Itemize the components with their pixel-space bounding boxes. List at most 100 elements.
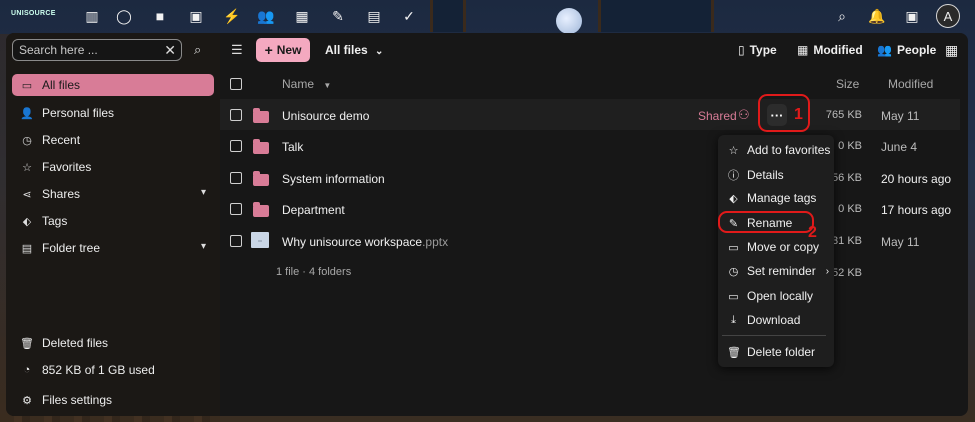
- files-summary: 1 file · 4 folders: [276, 266, 352, 278]
- photos-icon[interactable]: ▣: [186, 6, 206, 26]
- type-filter-button[interactable]: ▯ Type: [738, 43, 777, 57]
- modified-filter-button[interactable]: ▦ Modified: [797, 43, 863, 57]
- folder-icon: [253, 171, 269, 186]
- search-icon[interactable]: ⌕: [194, 42, 201, 58]
- star-icon: ☆: [728, 144, 739, 157]
- share-user-icon[interactable]: ⚇: [738, 107, 750, 123]
- menu-item-label: Add to favorites: [747, 143, 831, 157]
- search-field[interactable]: ✕: [12, 39, 182, 61]
- sort-down-icon: ▼: [323, 81, 332, 90]
- top-header: UNISOURCE ▥ ◯ ■ ▣ ⚡ 👥 ▦ ✎ ▤ ✓ ⌕ 🔔 ▣ A: [0, 0, 975, 32]
- sidebar-item-label: All files: [42, 78, 81, 92]
- row-checkbox[interactable]: [230, 235, 242, 247]
- row-checkbox[interactable]: [230, 203, 242, 215]
- sidebar-item-label: Favorites: [42, 160, 92, 174]
- row-checkbox[interactable]: [230, 140, 242, 152]
- menu-item-delete-folder[interactable]: 🗑 Delete folder: [727, 345, 815, 359]
- folder-icon[interactable]: ■: [150, 6, 170, 26]
- grid-view-icon[interactable]: ▦: [945, 42, 958, 59]
- sidebar-item-folder-tree[interactable]: ▤ Folder tree ▾: [12, 237, 214, 259]
- contacts-menu-icon[interactable]: ▣: [902, 6, 922, 26]
- column-name-label: Name: [282, 77, 315, 91]
- page-title: All files: [325, 43, 368, 57]
- pie-chart-icon: ◔: [23, 364, 31, 376]
- select-all-checkbox[interactable]: [230, 78, 242, 90]
- deck-icon[interactable]: ▤: [364, 6, 384, 26]
- share-icon: ⋖: [22, 188, 32, 201]
- chevron-down-icon: ⌄: [375, 46, 384, 57]
- column-header-modified[interactable]: Modified: [888, 77, 933, 91]
- menu-item-label: Delete folder: [747, 345, 816, 359]
- tag-icon: ⬖: [729, 192, 738, 205]
- dashboard-icon[interactable]: ▥: [82, 6, 102, 26]
- new-button[interactable]: + New: [256, 38, 310, 62]
- sidebar-item-label: Recent: [42, 133, 81, 147]
- chevron-right-icon: ›: [825, 265, 830, 277]
- menu-divider: [722, 335, 826, 336]
- row-checkbox[interactable]: [230, 172, 242, 184]
- activity-icon[interactable]: ⚡: [222, 6, 242, 26]
- sidebar-item-shares[interactable]: ⋖ Shares ▾: [12, 183, 214, 205]
- menu-item-open-locally[interactable]: ▭ Open locally: [727, 289, 813, 303]
- file-name[interactable]: Talk: [282, 140, 303, 154]
- file-thumbnail: ▭: [251, 232, 269, 248]
- sidebar-item-label: Personal files: [42, 106, 115, 120]
- files-settings[interactable]: ⚙ Files settings: [12, 390, 212, 410]
- menu-item-manage-tags[interactable]: ⬖ Manage tags: [727, 191, 816, 205]
- annotation-step-1: 1: [794, 106, 803, 123]
- sidebar-item-personal-files[interactable]: 👤 Personal files: [12, 102, 214, 124]
- file-name[interactable]: Department: [282, 203, 345, 217]
- sidebar-item-all-files[interactable]: ▭ All files: [12, 74, 214, 96]
- shared-label[interactable]: Shared: [698, 109, 737, 123]
- menu-item-move-or-copy[interactable]: ▭ Move or copy: [727, 240, 819, 254]
- tasks-icon[interactable]: ✓: [399, 6, 419, 26]
- column-header-size[interactable]: Size: [836, 77, 859, 91]
- deleted-files[interactable]: 🗑 Deleted files: [12, 333, 212, 353]
- folder-move-icon: ▭: [728, 241, 739, 254]
- clear-icon[interactable]: ✕: [164, 42, 176, 59]
- chevron-down-icon[interactable]: ▾: [201, 241, 206, 252]
- sidebar-item-tags[interactable]: ⬖ Tags: [12, 210, 214, 232]
- notes-icon[interactable]: ✎: [328, 6, 348, 26]
- menu-item-label: Open locally: [747, 289, 814, 303]
- storage-quota[interactable]: ◔ 852 KB of 1 GB used: [12, 360, 212, 380]
- file-icon: ▯: [738, 43, 745, 57]
- calendar-icon[interactable]: ▦: [292, 6, 312, 26]
- avatar[interactable]: A: [936, 4, 960, 28]
- file-name[interactable]: System information: [282, 172, 385, 186]
- menu-item-label: Download: [747, 313, 801, 327]
- menu-item-details[interactable]: ⓘ Details: [727, 167, 784, 183]
- search-input[interactable]: [13, 42, 161, 58]
- file-name[interactable]: Why unisource workspace.pptx: [282, 235, 448, 249]
- download-icon: ⤓: [731, 313, 736, 326]
- tag-icon: ⬖: [22, 215, 32, 228]
- row-checkbox[interactable]: [230, 109, 242, 121]
- info-icon: ⓘ: [728, 170, 739, 182]
- deleted-files-label: Deleted files: [42, 336, 109, 350]
- unified-search-icon[interactable]: ⌕: [832, 6, 852, 26]
- settings-label: Files settings: [42, 393, 113, 407]
- alarm-icon: ◷: [728, 265, 739, 278]
- file-basename: Why unisource workspace: [282, 235, 423, 249]
- menu-item-label: Move or copy: [747, 240, 820, 254]
- app-logo[interactable]: UNISOURCE: [11, 10, 56, 17]
- chevron-down-icon[interactable]: ▾: [201, 187, 206, 198]
- sidebar-toggle-icon[interactable]: ☰: [231, 42, 243, 58]
- file-name[interactable]: Unisource demo: [282, 109, 369, 123]
- menu-item-set-reminder[interactable]: ◷ Set reminder ›: [727, 264, 829, 278]
- notifications-icon[interactable]: 🔔: [867, 6, 887, 26]
- menu-item-add-to-favorites[interactable]: ☆ Add to favorites: [727, 143, 831, 157]
- people-filter-button[interactable]: 👥 People: [877, 43, 936, 57]
- file-extension: .pptx: [422, 235, 449, 249]
- column-header-name[interactable]: Name ▼: [282, 77, 331, 91]
- menu-item-download[interactable]: ⤓ Download: [727, 313, 800, 327]
- sidebar-item-favorites[interactable]: ☆ Favorites: [12, 156, 214, 178]
- breadcrumb[interactable]: All files ⌄: [325, 43, 383, 57]
- search-circle-icon[interactable]: ◯: [114, 6, 134, 26]
- folder-icon: ▭: [21, 79, 33, 92]
- contacts-icon[interactable]: 👥: [256, 6, 276, 26]
- history-icon: ◷: [22, 134, 32, 147]
- sidebar-item-recent[interactable]: ◷ Recent: [12, 129, 214, 151]
- menu-item-label: Manage tags: [747, 191, 817, 205]
- file-modified: May 11: [881, 235, 920, 249]
